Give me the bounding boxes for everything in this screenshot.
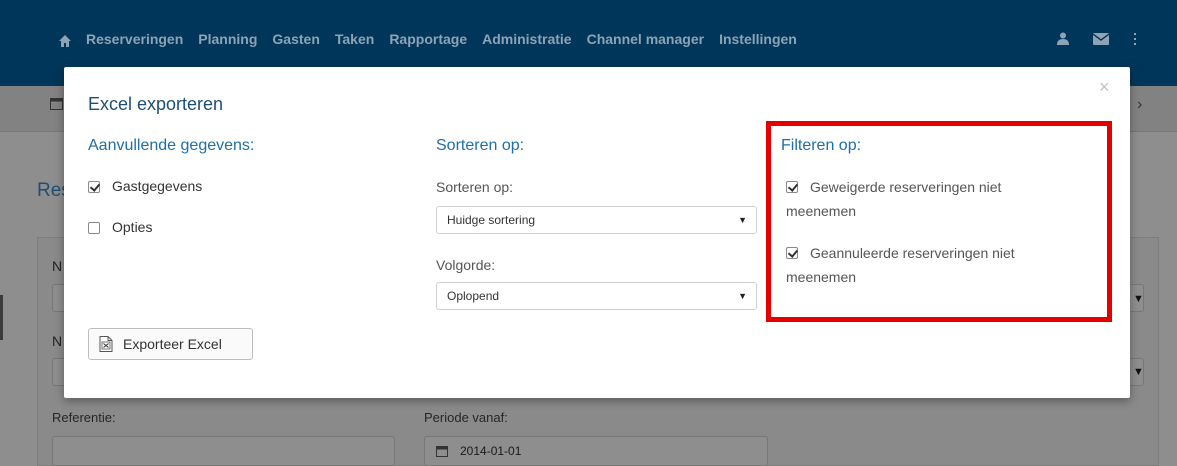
modal-title: Excel exporteren (88, 94, 224, 114)
sort-title: Sorteren op: (436, 137, 525, 154)
filter-option-cancelled[interactable]: Geannuleerde reserveringen niet meenemen (786, 241, 1076, 289)
option-gastgegevens-label: Gastgegevens (112, 178, 203, 194)
sort-by-select[interactable]: Huidge sortering ▼ (436, 206, 757, 234)
left-edge-bar (0, 295, 3, 340)
nav-item-instellingen[interactable]: Instellingen (719, 31, 797, 47)
chevron-down-icon: ▼ (738, 291, 747, 301)
nav-right-icons (1057, 32, 1137, 45)
right-select-1-caret: ▼ (1133, 293, 1144, 305)
field-label-2: N (52, 333, 63, 349)
home-icon[interactable] (58, 34, 72, 48)
extra-data-title: Aanvullende gegevens: (88, 137, 255, 154)
nav-item-rapportage[interactable]: Rapportage (389, 31, 467, 47)
export-excel-button[interactable]: Exporteer Excel (88, 328, 253, 360)
option-gastgegevens[interactable]: Gastgegevens (88, 178, 202, 194)
user-icon[interactable] (1057, 32, 1069, 45)
nav-item-reserveringen[interactable]: Reserveringen (86, 31, 183, 47)
filter-option-rejected-line2: meenemen (786, 203, 857, 219)
field-label-1: N (52, 258, 63, 274)
nav-item-channel-manager[interactable]: Channel manager (587, 31, 704, 47)
nav-item-taken[interactable]: Taken (335, 31, 374, 47)
chevron-down-icon: ▼ (738, 215, 747, 225)
checkbox-rejected[interactable] (786, 181, 798, 193)
right-select-2-caret: ▼ (1133, 366, 1144, 378)
order-value: Oplopend (447, 289, 500, 303)
checkbox-opties[interactable] (88, 222, 100, 234)
filter-option-rejected-line1: Geweigerde reserveringen niet (810, 179, 1002, 195)
period-from-label: Periode vanaf: (424, 410, 508, 425)
sort-by-label: Sorteren op: (436, 179, 514, 195)
checkbox-gastgegevens[interactable] (88, 181, 100, 193)
nav-item-planning[interactable]: Planning (198, 31, 257, 47)
date-calendar-icon (436, 444, 448, 460)
envelope-icon[interactable] (1093, 32, 1109, 45)
period-from-value: 2014-01-01 (460, 444, 522, 458)
reference-input[interactable] (52, 436, 395, 466)
close-icon[interactable]: × (1099, 78, 1110, 96)
main-nav: Reserveringen Planning Gasten Taken Rapp… (86, 31, 797, 47)
excel-export-modal: Excel exporteren × Aanvullende gegevens:… (64, 67, 1130, 398)
checkbox-cancelled[interactable] (786, 247, 798, 259)
nav-item-gasten[interactable]: Gasten (272, 31, 319, 47)
filter-title: Filteren op: (781, 137, 862, 154)
order-select[interactable]: Oplopend ▼ (436, 282, 757, 310)
export-excel-label: Exporteer Excel (123, 336, 222, 352)
filter-option-cancelled-line2: meenemen (786, 269, 857, 285)
calendar-icon[interactable] (50, 97, 63, 113)
filter-option-rejected[interactable]: Geweigerde reserveringen niet meenemen (786, 175, 1076, 223)
nav-item-administratie[interactable]: Administratie (482, 31, 571, 47)
excel-file-icon (99, 336, 113, 352)
order-label: Volgorde: (436, 257, 496, 273)
option-opties[interactable]: Opties (88, 219, 152, 235)
sort-by-value: Huidge sortering (447, 213, 536, 227)
reference-label: Referentie: (52, 410, 116, 425)
chevron-right-icon[interactable]: › (1137, 96, 1142, 114)
more-vertical-icon[interactable] (1133, 32, 1137, 45)
option-opties-label: Opties (112, 219, 153, 235)
filter-option-cancelled-line1: Geannuleerde reserveringen niet (810, 245, 1015, 261)
